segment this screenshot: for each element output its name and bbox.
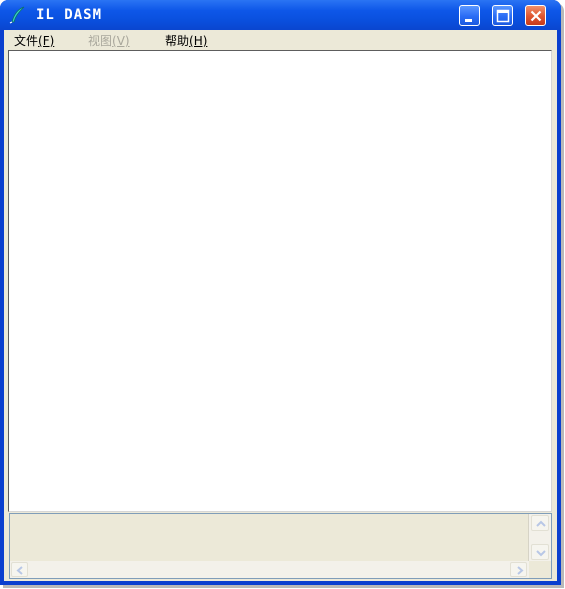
chevron-down-icon: [536, 550, 546, 557]
maximize-button[interactable]: [492, 5, 513, 26]
close-button[interactable]: [525, 5, 546, 26]
chevron-left-icon: [16, 566, 23, 575]
menu-file[interactable]: 文件(F): [14, 32, 54, 49]
horizontal-scrollbar[interactable]: [10, 561, 529, 578]
close-icon: [530, 10, 542, 22]
scroll-right-button[interactable]: [510, 562, 527, 577]
title-bar[interactable]: IL DASM: [0, 0, 561, 30]
app-window: IL DASM 文件(F) 视图(V) 帮助(H): [0, 0, 561, 585]
menu-help-accel: (H): [189, 34, 208, 48]
menu-file-accel: (F): [38, 34, 55, 48]
menu-view-accel: (V): [112, 34, 130, 48]
minimize-icon: [465, 19, 472, 22]
output-text-area[interactable]: [10, 514, 529, 561]
scroll-left-button[interactable]: [11, 562, 28, 577]
menu-file-label: 文件: [14, 34, 39, 48]
menu-help[interactable]: 帮助(H): [165, 32, 207, 49]
menu-view-label: 视图: [88, 34, 113, 48]
output-pane: [9, 513, 552, 579]
scroll-up-button[interactable]: [531, 515, 549, 531]
scrollbar-corner: [529, 561, 551, 578]
maximize-icon: [496, 9, 510, 23]
tree-view-pane[interactable]: [8, 50, 552, 512]
window-client-area: 文件(F) 视图(V) 帮助(H): [4, 30, 557, 581]
menu-view[interactable]: 视图(V): [88, 32, 130, 49]
feather-icon: [9, 6, 25, 24]
menu-help-label: 帮助: [165, 34, 190, 48]
chevron-right-icon: [517, 566, 524, 575]
vertical-scrollbar[interactable]: [529, 514, 551, 561]
scroll-down-button[interactable]: [531, 544, 549, 560]
menu-bar: 文件(F) 视图(V) 帮助(H): [4, 30, 557, 49]
window-title: IL DASM: [36, 7, 103, 23]
chevron-up-icon: [536, 520, 546, 527]
minimize-button[interactable]: [459, 5, 480, 26]
